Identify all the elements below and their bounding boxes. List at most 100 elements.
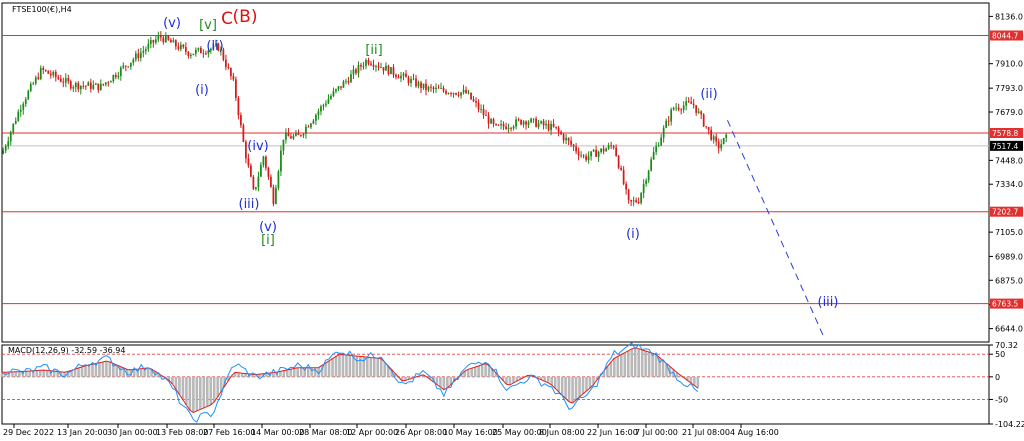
candle-body — [235, 79, 237, 98]
candle-body — [59, 78, 62, 82]
candle-body — [14, 120, 17, 124]
candle-body — [385, 65, 387, 71]
time-tick-label: 30 Jan 00:00 — [107, 428, 158, 437]
candle-body — [134, 53, 137, 60]
candle-body — [117, 75, 120, 78]
candle-body — [74, 82, 77, 88]
candle-body — [320, 106, 322, 112]
candle-body — [622, 169, 625, 184]
candle-body — [475, 101, 477, 103]
macd-panel — [1, 344, 990, 425]
macd-tick-label: 50 — [995, 350, 1005, 359]
wave-label: (iii) — [818, 295, 839, 310]
candle-body — [225, 59, 227, 67]
candle-body — [662, 127, 665, 138]
candle-body — [285, 132, 287, 140]
candle-body — [147, 43, 150, 50]
candle-body — [717, 141, 720, 149]
wave-label: [i] — [261, 233, 275, 248]
candle-body — [527, 122, 530, 125]
wave-label: (B) — [233, 7, 258, 27]
candle-body — [265, 156, 267, 168]
candle-body — [82, 85, 85, 87]
candle-body — [129, 62, 132, 67]
candle-body — [600, 148, 602, 153]
candle-body — [290, 136, 292, 139]
candle-body — [32, 83, 35, 85]
candle-body — [297, 133, 300, 135]
candle-body — [322, 104, 325, 107]
wave-label: [ii] — [365, 43, 382, 58]
candle-body — [710, 129, 713, 140]
candle-body — [312, 120, 315, 124]
candle-body — [277, 171, 280, 189]
wave-label: C — [221, 9, 233, 29]
candle-body — [580, 155, 582, 157]
candle-body — [232, 76, 235, 80]
candle-body — [7, 141, 10, 147]
candle-body — [327, 98, 330, 104]
candle-body — [395, 74, 397, 77]
candle-body — [122, 65, 125, 68]
candle-body — [280, 150, 282, 172]
candle-body — [300, 134, 302, 136]
candle-body — [177, 46, 180, 50]
candle-body — [520, 119, 522, 125]
time-tick-label: 13 Feb 08:00 — [156, 428, 208, 437]
candle-body — [89, 82, 92, 89]
candle-body — [194, 49, 197, 54]
candle-body — [697, 111, 700, 113]
candle-body — [164, 35, 167, 43]
candle-body — [367, 59, 370, 64]
time-tick-label: 27 Feb 16:00 — [203, 428, 255, 437]
candle-body — [9, 132, 12, 142]
candle-body — [247, 158, 250, 166]
candle-body — [79, 85, 82, 90]
candle-body — [182, 44, 185, 47]
candle-body — [722, 137, 725, 145]
macd-tick-label: -104.22 — [995, 420, 1024, 429]
price-tick-label: 7910.0 — [995, 60, 1023, 69]
candle-body — [187, 51, 190, 57]
candle-body — [552, 123, 555, 127]
candle-body — [139, 52, 142, 58]
candle-body — [617, 155, 620, 168]
candle-body — [500, 124, 502, 126]
candle-body — [665, 120, 668, 128]
candle-body — [149, 40, 152, 44]
candle-body — [595, 149, 597, 157]
candle-body — [492, 119, 495, 124]
candle-body — [620, 167, 623, 170]
candle-body — [282, 139, 285, 151]
candle-body — [87, 82, 90, 86]
price-tick-label: 8136.0 — [995, 12, 1023, 21]
wave-label: (v) — [163, 16, 181, 31]
candle-body — [94, 83, 97, 85]
candle-body — [452, 93, 455, 95]
candle-body — [307, 126, 310, 128]
candle-body — [630, 199, 633, 202]
candle-body — [532, 118, 535, 120]
time-tick-label: 12 Apr 00:00 — [346, 428, 398, 437]
candle-body — [430, 86, 432, 88]
price-tick-label: 6644.0 — [995, 325, 1023, 334]
candle-body — [22, 104, 25, 110]
candle-body — [545, 123, 547, 126]
candle-body — [637, 202, 640, 203]
candle-body — [77, 82, 80, 90]
candle-body — [517, 119, 520, 121]
candle-body — [347, 80, 350, 83]
candle-body — [132, 59, 135, 63]
candle-body — [92, 84, 95, 89]
macd-tick-label: 70.32 — [995, 341, 1018, 350]
candle-body — [227, 66, 230, 69]
candle-body — [460, 92, 462, 96]
candle-body — [510, 127, 512, 129]
candle-body — [685, 101, 688, 106]
candle-body — [585, 156, 587, 160]
candle-body — [157, 35, 160, 40]
candle-body — [287, 132, 290, 137]
candle-body — [370, 63, 372, 65]
candle-body — [610, 145, 612, 147]
candle-body — [440, 87, 442, 89]
